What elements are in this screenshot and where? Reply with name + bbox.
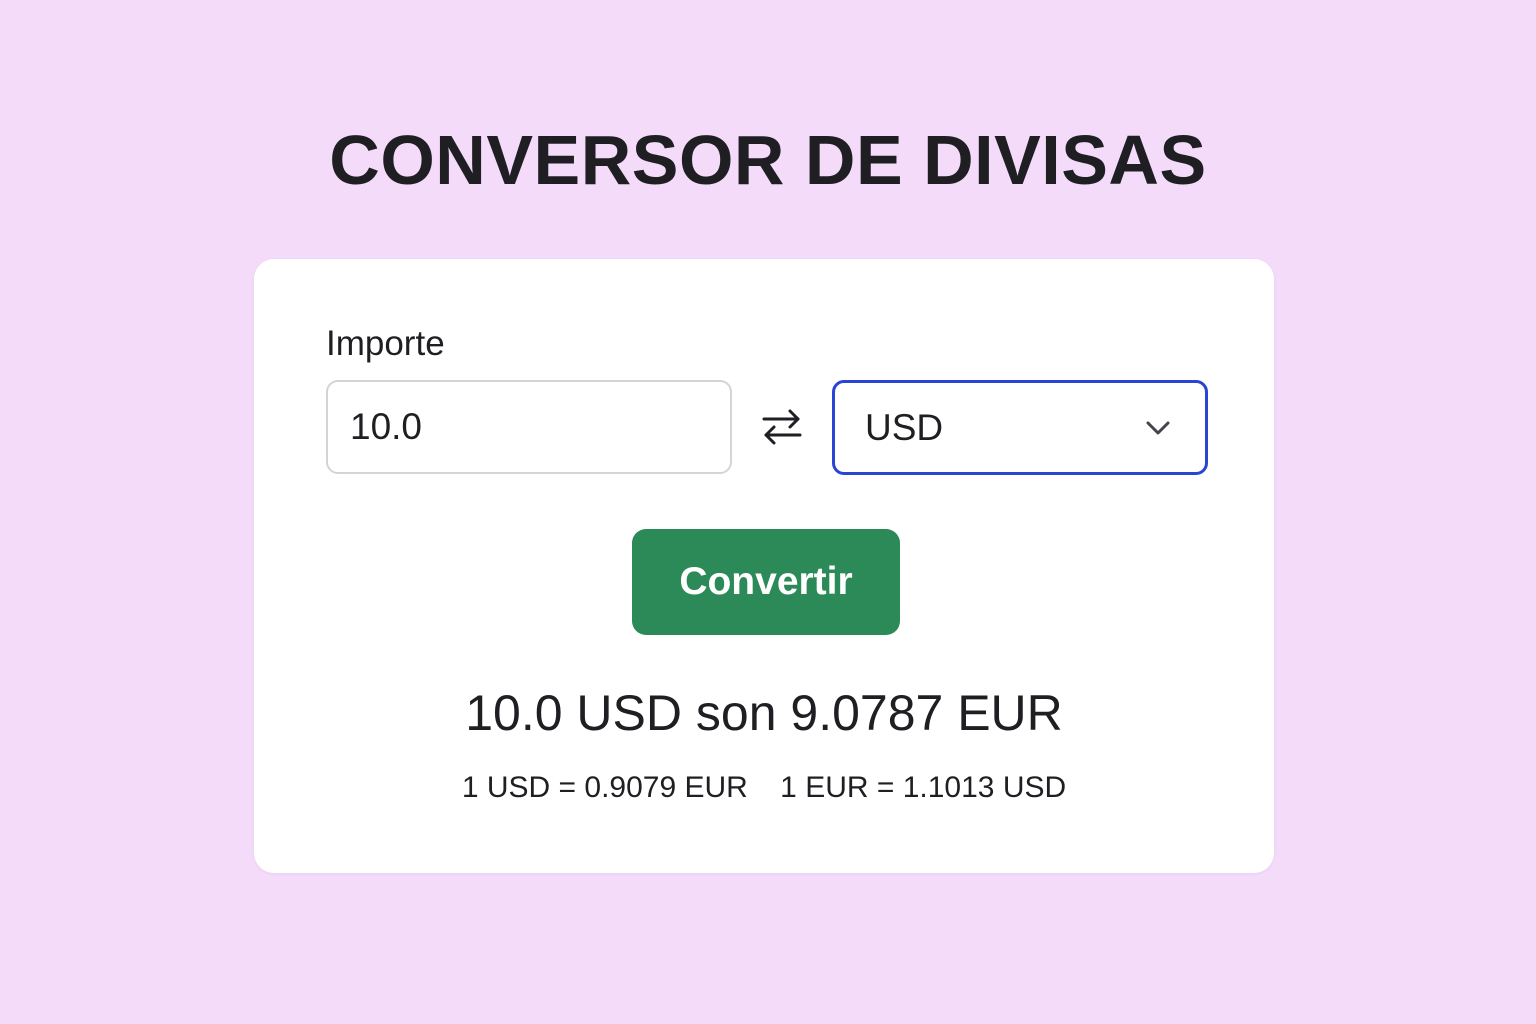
page-title: CONVERSOR DE DIVISAS <box>329 121 1207 199</box>
rate-usd-eur: 1 USD = 0.9079 EUR <box>461 771 748 804</box>
amount-input[interactable] <box>326 380 732 474</box>
currency-select[interactable]: USD <box>832 380 1208 475</box>
convert-button[interactable]: Convertir <box>632 529 900 635</box>
exchange-rates: 1 USD = 0.9079 EUR 1 EUR = 1.1013 USD <box>254 770 1274 806</box>
converter-card: Importe USD Convertir 10.0 USD son 9.078… <box>254 259 1274 873</box>
swap-button[interactable] <box>754 399 810 455</box>
amount-label: Importe <box>326 324 445 363</box>
conversion-result: 10.0 USD son 9.0787 EUR <box>465 685 1063 741</box>
chevron-down-icon <box>1145 420 1171 436</box>
swap-arrows-icon <box>762 409 802 445</box>
currency-select-value: USD <box>865 406 944 448</box>
rate-eur-usd: 1 EUR = 1.1013 USD <box>780 771 1067 804</box>
